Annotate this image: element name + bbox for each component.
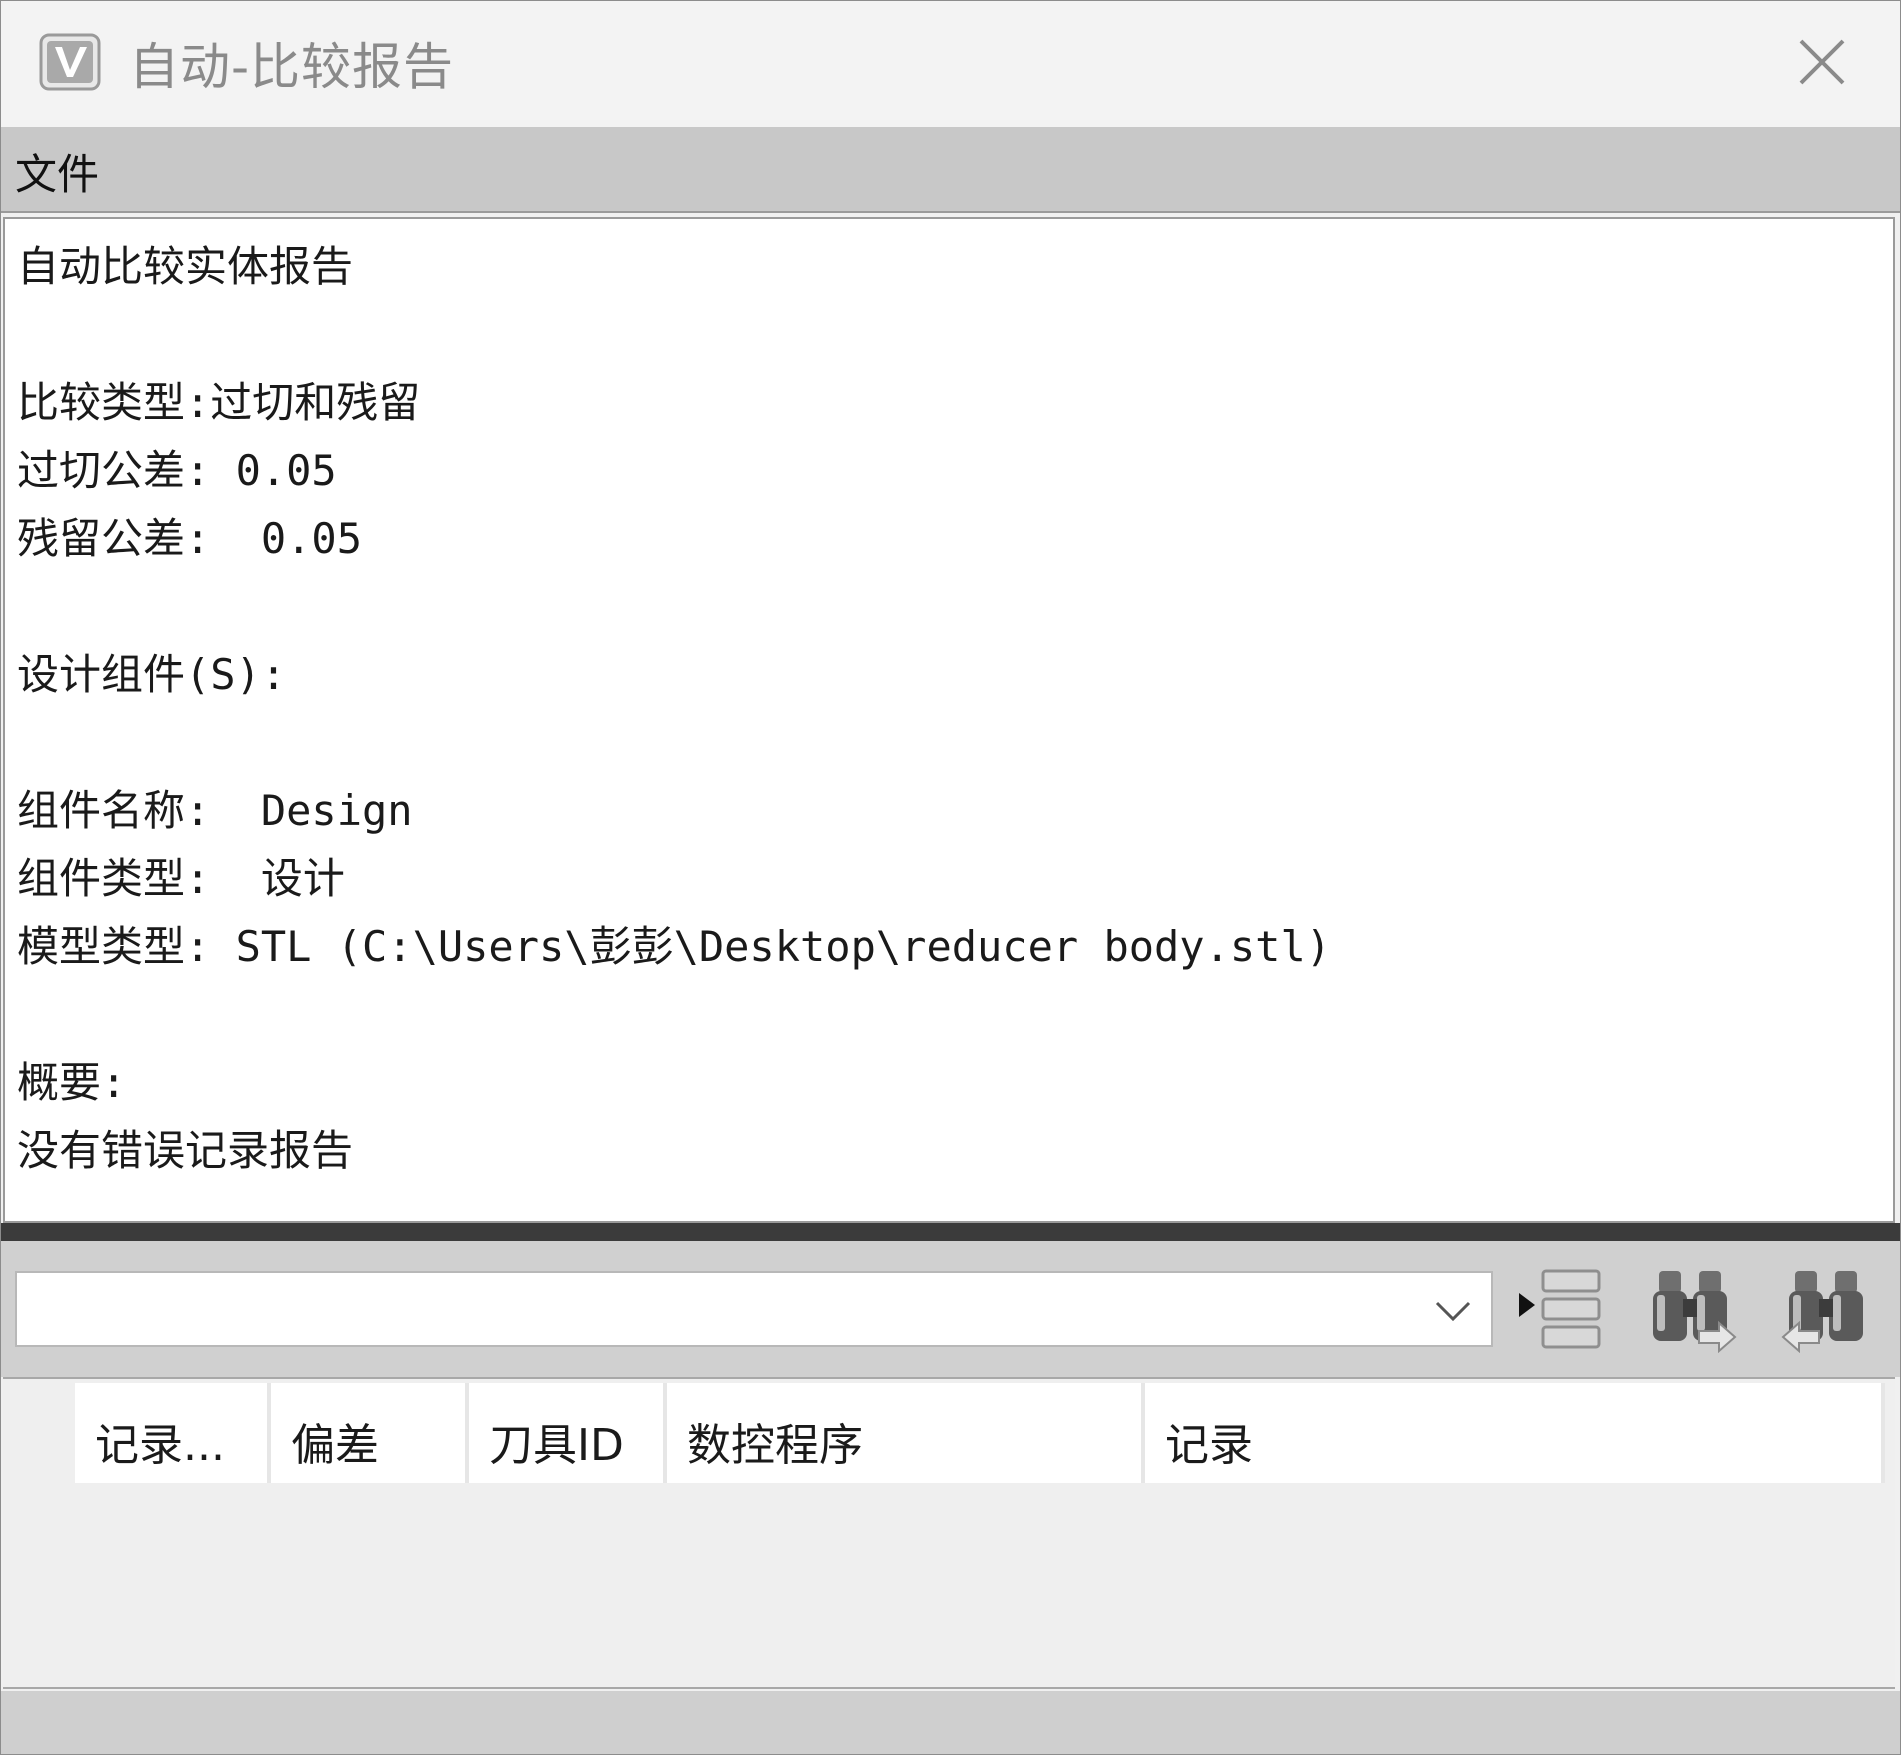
app-icon [39,33,101,91]
compare-report-window: 自动-比较报告 文件 自动比较实体报告 比较类型:过切和残留 过切公差: 0.0… [0,0,1901,1755]
title-bar[interactable]: 自动-比较报告 [1,1,1900,127]
record-filter-combo[interactable] [15,1271,1493,1347]
column-header-label: 记录 [1165,1420,1253,1471]
column-header-record-type[interactable]: 记录... [75,1383,271,1483]
report-lines: 自动比较实体报告 比较类型:过切和残留 过切公差: 0.05 残留公差: 0.0… [17,233,1331,1185]
column-header-tool-id[interactable]: 刀具ID [469,1383,667,1483]
column-header-label: 刀具ID [489,1420,624,1471]
report-line: 自动比较实体报告 [17,242,354,291]
column-header-label: 偏差 [291,1420,379,1471]
pane-splitter[interactable] [1,1223,1900,1241]
column-header-nc-program[interactable]: 数控程序 [667,1383,1145,1483]
record-toolbar [1,1241,1900,1377]
report-line: 概要: [17,1058,127,1107]
column-header-label: 记录... [95,1420,225,1471]
table-header: 记录... 偏差 刀具ID 数控程序 记录 [75,1383,1885,1483]
status-bar [1,1691,1900,1754]
column-header-label: 数控程序 [687,1420,863,1471]
report-line: 模型类型: STL (C:\Users\彭彭\Desktop\reducer b… [17,922,1332,971]
report-line: 设计组件(S): [17,650,287,699]
column-header-record[interactable]: 记录 [1145,1383,1885,1483]
window-title: 自动-比较报告 [129,38,455,96]
menu-file[interactable]: 文件 [15,141,99,202]
report-line: 没有错误记录报告 [17,1126,354,1175]
report-line: 组件名称: Design [17,786,413,835]
chevron-down-icon[interactable] [1433,1295,1473,1325]
column-header-deviation[interactable]: 偏差 [271,1383,469,1483]
report-line: 组件类型: 设计 [17,854,345,903]
close-icon[interactable] [1791,31,1853,93]
report-line [17,709,1331,777]
menu-bar: 文件 [1,127,1900,213]
record-list-icon[interactable] [1513,1265,1605,1353]
report-line: 过切公差: 0.05 [17,446,337,495]
report-line: 比较类型:过切和残留 [17,378,421,427]
report-line [17,573,1331,641]
report-line [17,981,1331,1049]
find-next-binoculars-icon[interactable] [1649,1265,1741,1353]
report-line: 残留公差: 0.05 [17,514,363,563]
report-text-area[interactable]: 自动比较实体报告 比较类型:过切和残留 过切公差: 0.05 残留公差: 0.0… [3,217,1895,1223]
find-previous-binoculars-icon[interactable] [1777,1265,1869,1353]
report-line [17,301,1331,369]
records-table[interactable]: 记录... 偏差 刀具ID 数控程序 记录 [3,1377,1895,1689]
